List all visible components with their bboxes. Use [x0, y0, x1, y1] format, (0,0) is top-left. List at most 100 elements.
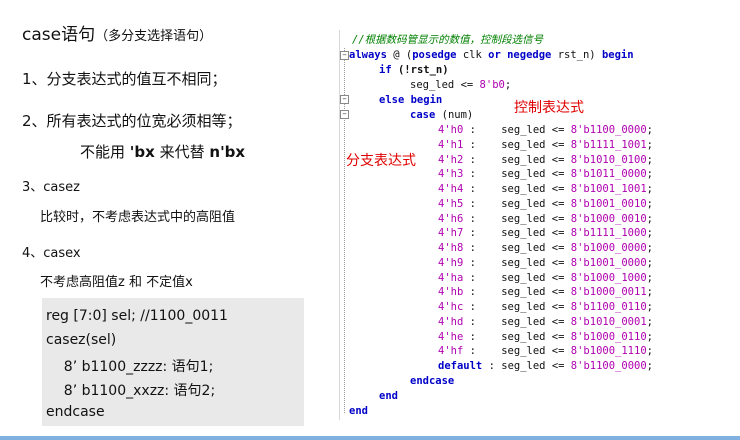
- case-branch-value: 8'b1010_0001: [570, 315, 647, 328]
- code-line-reset: seg_led <= 8'b0;: [410, 78, 511, 92]
- case-branch-value: 8'b1010_0100: [570, 153, 647, 166]
- kw-always: always: [349, 49, 387, 61]
- case-branch-semi: ;: [646, 315, 653, 328]
- code-if-cond: (!rst_n): [397, 64, 449, 76]
- fold-toggle-always[interactable]: −: [340, 51, 349, 60]
- case-branch-semi: ;: [646, 301, 653, 313]
- point-4: 4、casex: [22, 246, 81, 261]
- code-default-seg: seg_led <=: [501, 360, 571, 372]
- case-branch-value: 8'b1001_0010: [570, 197, 647, 210]
- case-branch-key: 4'h7: [438, 227, 464, 240]
- code-clk: clk: [462, 49, 482, 61]
- case-branch-key: 4'h9: [438, 256, 464, 269]
- code-case-arg: (num): [441, 109, 474, 121]
- case-branch-value: 8'b1000_0010: [570, 212, 647, 225]
- case-branch-line: 4'h1 : seg_led <= 8'b1111_1001;: [438, 138, 653, 151]
- fold-toggle-case[interactable]: −: [340, 110, 349, 119]
- snippet-line-2: casez(sel): [46, 332, 117, 348]
- case-branch-value: 8'b1000_0011: [570, 286, 647, 299]
- p2-prefix: 不能用: [80, 143, 126, 161]
- fold-toggle-else[interactable]: −: [340, 95, 349, 104]
- case-branch-line: 4'h4 : seg_led <= 8'b1001_1001;: [438, 183, 653, 195]
- annotation-branch-expression: 分支表达式: [346, 153, 416, 169]
- kw-posedge: posedge: [412, 49, 457, 61]
- code-line-end-outer: end: [349, 405, 368, 417]
- case-branch-line: 4'h3 : seg_led <= 8'b1011_0000;: [438, 168, 653, 181]
- code-default-val: 8'b1100_0000: [570, 360, 647, 372]
- case-branch-line: 4'h8 : seg_led <= 8'b1000_0000;: [438, 242, 653, 254]
- code-default-semi: ;: [646, 360, 653, 372]
- case-branch-line: 4'h7 : seg_led <= 8'b1111_1000;: [438, 227, 653, 240]
- case-branch-seg: seg_led <=: [501, 256, 571, 269]
- snippet-line-3: 8’ b1100_zzzz: 语句1;: [46, 359, 214, 375]
- code-comment: //根据数码管显示的数值，控制段选信号: [352, 34, 544, 46]
- case-branch-key: 4'hb: [438, 286, 464, 299]
- case-branch-key: 4'ha: [438, 271, 464, 284]
- title-main: case语句: [22, 25, 96, 45]
- case-branch-key: 4'h3: [438, 168, 464, 181]
- code-seg-init-val: 8'b0: [479, 79, 505, 91]
- case-branch-line: 4'hc : seg_led <= 8'b1100_0110;: [438, 301, 653, 313]
- case-branch-value: 8'b1000_0000: [570, 242, 647, 254]
- case-branch-key: 4'h2: [438, 153, 464, 166]
- point-3-desc: 比较时，不考虑表达式中的高阻值: [40, 210, 236, 225]
- case-branch-value: 8'b1100_0000: [570, 124, 647, 136]
- slide-title: case语句（多分支选择语句）: [22, 20, 212, 45]
- code-rst: rst_n): [557, 49, 596, 61]
- case-branch-semi: ;: [646, 124, 653, 136]
- code-snippet-box: reg [7:0] sel; //1100_0011 casez(sel) 8’…: [42, 298, 304, 426]
- case-branch-seg: seg_led <=: [501, 138, 571, 151]
- case-branch-value: 8'b1000_1000: [570, 271, 647, 284]
- kw-negedge: negedge: [507, 49, 552, 61]
- case-branch-value: 8'b1000_0110: [570, 330, 647, 343]
- case-branch-value: 8'b1001_0000: [570, 256, 647, 269]
- code-line-else: else begin: [379, 94, 443, 106]
- case-branch-line: 4'h2 : seg_led <= 8'b1010_0100;: [438, 153, 653, 166]
- code-line-default: default : seg_led <= 8'b1100_0000;: [438, 360, 653, 372]
- case-branch-value: 8'b1100_0110: [570, 301, 647, 313]
- case-branch-semi: ;: [646, 242, 653, 254]
- snippet-line-1: reg [7:0] sel; //1100_0011: [46, 308, 228, 324]
- case-branch-seg: seg_led <=: [501, 345, 571, 358]
- case-branch-seg: seg_led <=: [501, 227, 571, 240]
- code-semi: ;: [504, 79, 512, 91]
- code-seg-init: seg_led <=: [410, 79, 480, 91]
- case-branch-semi: ;: [646, 212, 653, 225]
- bottom-accent-bar: [0, 436, 740, 440]
- point-3: 3、casez: [22, 180, 80, 195]
- case-branch-line: 4'h0 : seg_led <= 8'b1100_0000;: [438, 124, 653, 136]
- case-branch-line: 4'h6 : seg_led <= 8'b1000_0010;: [438, 212, 653, 225]
- case-branch-line: 4'hb : seg_led <= 8'b1000_0011;: [438, 286, 653, 299]
- case-branch-seg: seg_led <=: [501, 286, 571, 299]
- point-4-desc: 不考虑高阻值z 和 不定值x: [40, 275, 193, 290]
- case-branch-semi: ;: [646, 138, 653, 151]
- case-branch-key: 4'he: [438, 330, 464, 343]
- point-2: 2、所有表达式的位宽必须相等；: [22, 112, 242, 130]
- case-branch-key: 4'hf: [438, 345, 464, 358]
- case-branch-seg: seg_led <=: [501, 168, 571, 181]
- kw-or: or: [488, 49, 501, 61]
- case-branch-line: 4'hd : seg_led <= 8'b1010_0001;: [438, 315, 653, 328]
- case-branch-value: 8'b1011_0000: [570, 168, 647, 181]
- case-branch-value: 8'b1111_1001: [570, 138, 647, 151]
- case-branch-seg: seg_led <=: [501, 212, 571, 225]
- case-branch-seg: seg_led <=: [501, 153, 571, 166]
- case-branch-seg: seg_led <=: [501, 197, 571, 210]
- kw-default: default: [438, 360, 483, 372]
- title-note: （多分支选择语句）: [95, 29, 213, 44]
- case-branch-seg: seg_led <=: [501, 271, 571, 284]
- case-branch-key: 4'hd: [438, 315, 464, 328]
- case-branch-key: 4'hc: [438, 301, 464, 313]
- case-branch-seg: seg_led <=: [501, 301, 571, 313]
- case-branch-seg: seg_led <=: [501, 330, 571, 343]
- p2-b: n'bx: [209, 143, 246, 161]
- case-branch-seg: seg_led <=: [501, 242, 571, 254]
- case-branch-key: 4'h8: [438, 242, 464, 254]
- kw-begin: begin: [601, 49, 634, 61]
- case-branch-semi: ;: [646, 330, 653, 343]
- case-branch-key: 4'h1: [438, 138, 464, 151]
- case-branch-line: 4'ha : seg_led <= 8'b1000_1000;: [438, 271, 653, 284]
- case-branch-value: 8'b1111_1000: [570, 227, 647, 240]
- p2-mid: 来代替: [159, 143, 205, 161]
- case-branch-semi: ;: [646, 227, 653, 240]
